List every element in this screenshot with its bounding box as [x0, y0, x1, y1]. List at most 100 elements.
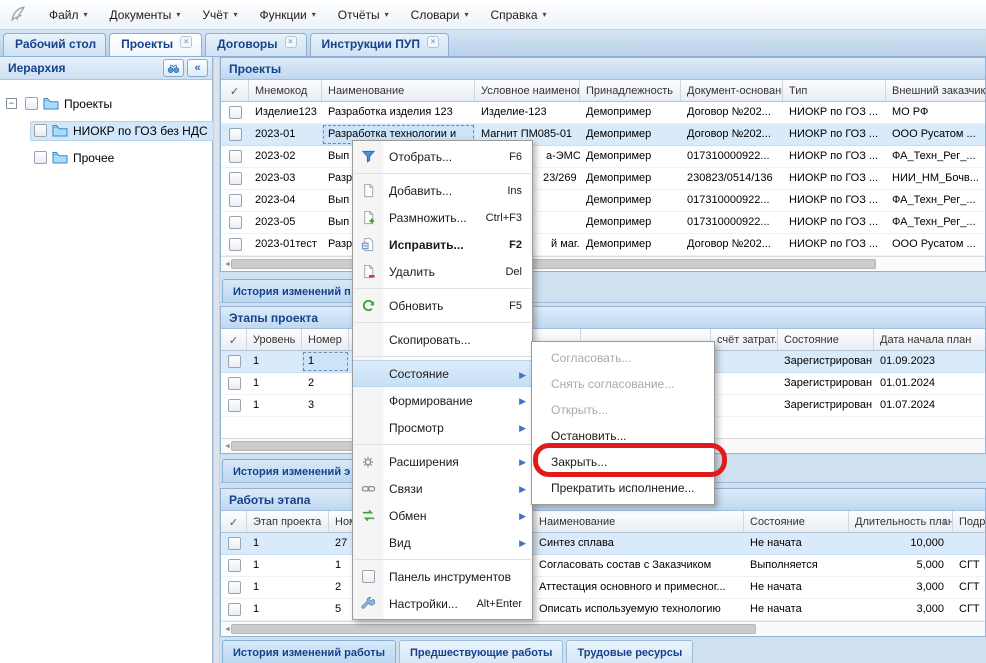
- column-header[interactable]: Документ-основание: [681, 80, 783, 101]
- context-menu-item[interactable]: Связи▶: [353, 475, 532, 502]
- tree-checkbox[interactable]: [25, 97, 38, 110]
- context-menu-item[interactable]: ОбновитьF5: [353, 292, 532, 319]
- row-checkbox[interactable]: [228, 355, 241, 368]
- splitter[interactable]: [213, 57, 220, 663]
- column-header[interactable]: счёт затрат.: [711, 329, 778, 350]
- context-menu-item[interactable]: Панель инструментов: [353, 563, 532, 590]
- column-header[interactable]: ✓: [221, 511, 247, 532]
- scroll-left-icon[interactable]: ◄: [224, 443, 231, 450]
- row-checkbox[interactable]: [229, 128, 242, 141]
- tab-labor-resources[interactable]: Трудовые ресурсы: [566, 640, 693, 663]
- context-menu-item[interactable]: Состояние▶: [353, 360, 532, 387]
- close-icon[interactable]: ×: [285, 36, 297, 48]
- column-header[interactable]: Тип: [783, 80, 886, 101]
- table-row[interactable]: 2023-02Выпа-ЭМСДемопример017310000922...…: [221, 146, 985, 168]
- column-header[interactable]: Состояние: [778, 329, 874, 350]
- workspace-tab[interactable]: Проекты×: [109, 33, 202, 56]
- scroll-left-icon[interactable]: ◄: [224, 261, 231, 268]
- context-menu-item[interactable]: Настройки...Alt+Enter: [353, 590, 532, 617]
- submenu-item[interactable]: Снять согласование...: [532, 371, 714, 397]
- row-checkbox[interactable]: [228, 537, 241, 550]
- row-checkbox[interactable]: [228, 399, 241, 412]
- submenu-item[interactable]: Остановить...: [532, 423, 714, 449]
- menubar-item[interactable]: Функции▾: [248, 3, 326, 27]
- column-header[interactable]: ✓: [221, 80, 249, 101]
- table-row[interactable]: 11Согласовать состав с ЗаказчикомВыполня…: [221, 555, 985, 577]
- column-header[interactable]: Уровень: [247, 329, 302, 350]
- horizontal-scrollbar[interactable]: ◄: [221, 621, 985, 636]
- submenu-item[interactable]: Прекратить исполнение...: [532, 475, 714, 501]
- table-row[interactable]: 2023-01тестРазрй маг...ДемопримерДоговор…: [221, 234, 985, 256]
- submenu-item[interactable]: Согласовать...: [532, 345, 714, 371]
- menubar-item[interactable]: Документы▾: [99, 3, 192, 27]
- row-checkbox[interactable]: [229, 172, 242, 185]
- context-menu-item[interactable]: Размножить...Ctrl+F3: [353, 204, 532, 231]
- column-header[interactable]: Принадлежность: [580, 80, 681, 101]
- column-header[interactable]: Номер: [302, 329, 349, 350]
- context-menu-item[interactable]: УдалитьDel: [353, 258, 532, 285]
- context-menu-item[interactable]: Отобрать...F6: [353, 143, 532, 170]
- tree-checkbox[interactable]: [34, 124, 47, 137]
- scrollbar-thumb[interactable]: [231, 624, 756, 634]
- table-row[interactable]: 12Аттестация основного и примесног...Не …: [221, 577, 985, 599]
- column-header[interactable]: Наименование: [533, 511, 744, 532]
- row-checkbox[interactable]: [229, 150, 242, 163]
- collapse-button[interactable]: «: [187, 59, 208, 77]
- table-row[interactable]: 1501-СГТ-005Описать используемую техноло…: [221, 599, 985, 621]
- workspace-tab[interactable]: Инструкции ПУП×: [310, 33, 449, 56]
- close-icon[interactable]: ×: [427, 36, 439, 48]
- search-button[interactable]: [163, 59, 184, 77]
- menubar-item[interactable]: Справка▾: [479, 3, 557, 27]
- context-menu-item[interactable]: Исправить...F2: [353, 231, 532, 258]
- tree-item[interactable]: −Проекты: [6, 90, 212, 117]
- table-row[interactable]: 2023-05ВыпДемопример017310000922...НИОКР…: [221, 212, 985, 234]
- context-menu-item[interactable]: Формирование▶: [353, 387, 532, 414]
- tree-expander-icon[interactable]: −: [6, 98, 17, 109]
- menubar-item[interactable]: Учёт▾: [191, 3, 248, 27]
- context-menu-item[interactable]: Просмотр▶: [353, 414, 532, 441]
- column-header[interactable]: Подразделение: [953, 511, 986, 532]
- column-header[interactable]: Длительность план▼: [849, 511, 953, 532]
- tree-checkbox[interactable]: [34, 151, 47, 164]
- menubar-item[interactable]: Файл▾: [38, 3, 99, 27]
- row-checkbox[interactable]: [229, 194, 242, 207]
- horizontal-scrollbar[interactable]: ◄: [221, 256, 985, 271]
- table-row[interactable]: 127Синтез сплаваНе начата10,000: [221, 533, 985, 555]
- submenu-item[interactable]: Открыть...: [532, 397, 714, 423]
- column-header[interactable]: Мнемокод: [249, 80, 322, 101]
- context-menu-item[interactable]: Расширения▶: [353, 448, 532, 475]
- tab-preceding-works[interactable]: Предшествующие работы: [399, 640, 563, 663]
- context-menu-item[interactable]: Обмен▶: [353, 502, 532, 529]
- column-header[interactable]: Внешний заказчик: [886, 80, 986, 101]
- row-checkbox[interactable]: [228, 603, 241, 616]
- workspace-tab[interactable]: Договоры×: [205, 33, 306, 56]
- tree-item[interactable]: НИОКР по ГОЗ без НДС: [6, 117, 212, 144]
- column-header[interactable]: Дата начала план: [874, 329, 986, 350]
- tree-item[interactable]: Прочее: [6, 144, 212, 171]
- scrollbar-thumb[interactable]: [231, 259, 876, 269]
- menubar-item[interactable]: Отчёты▾: [327, 3, 400, 27]
- column-header[interactable]: Этап проекта: [247, 511, 329, 532]
- tab-work-change-history[interactable]: История изменений работы: [222, 640, 396, 663]
- table-row[interactable]: Изделие123Разработка изделия 123Изделие-…: [221, 102, 985, 124]
- context-menu-item[interactable]: Добавить...Ins: [353, 177, 532, 204]
- row-checkbox[interactable]: [229, 216, 242, 229]
- column-header[interactable]: Наименование: [322, 80, 475, 101]
- row-checkbox[interactable]: [229, 106, 242, 119]
- close-icon[interactable]: ×: [180, 36, 192, 48]
- row-checkbox[interactable]: [228, 581, 241, 594]
- row-checkbox[interactable]: [228, 377, 241, 390]
- menubar-item[interactable]: Словари▾: [400, 3, 480, 27]
- column-header[interactable]: Состояние: [744, 511, 849, 532]
- table-row[interactable]: 2023-03Разр23/269Демопример230823/0514/1…: [221, 168, 985, 190]
- context-menu-item[interactable]: Скопировать...: [353, 326, 532, 353]
- column-header[interactable]: Условное наименование: [475, 80, 580, 101]
- row-checkbox[interactable]: [229, 238, 242, 251]
- column-header[interactable]: ✓: [221, 329, 247, 350]
- table-row[interactable]: 2023-04ВыпДемопример017310000922...НИОКР…: [221, 190, 985, 212]
- context-menu-item[interactable]: Вид▶: [353, 529, 532, 556]
- workspace-tab[interactable]: Рабочий стол: [3, 33, 106, 56]
- table-row[interactable]: 2023-01Разработка технологии иМагнит ПМ0…: [221, 124, 985, 146]
- scroll-left-icon[interactable]: ◄: [224, 626, 231, 633]
- submenu-item[interactable]: Закрыть...: [532, 449, 714, 475]
